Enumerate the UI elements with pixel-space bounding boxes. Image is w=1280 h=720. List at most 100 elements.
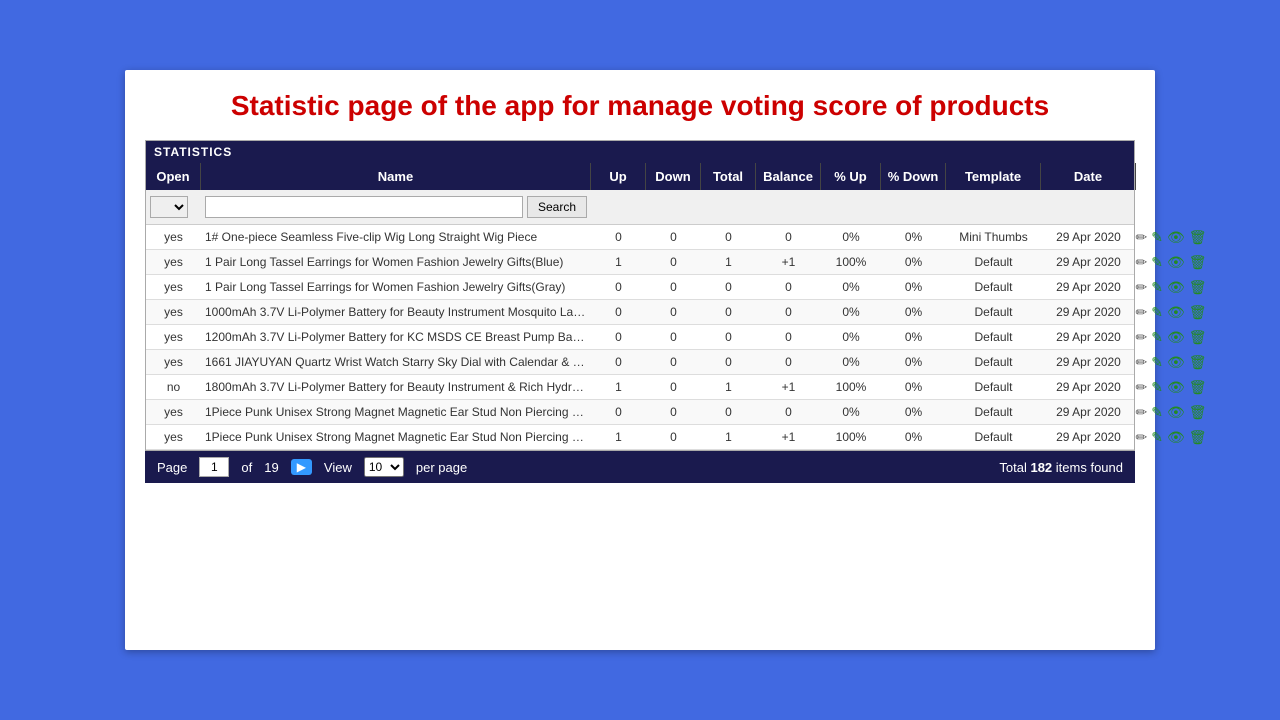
edit2-icon[interactable]: ✎ — [1151, 404, 1163, 421]
edit2-icon[interactable]: ✎ — [1151, 379, 1163, 396]
cell-actions: ✏ ✎ 👁 🗑 — [1136, 327, 1206, 348]
delete-icon[interactable]: 🗑 — [1189, 254, 1207, 271]
cell-total: 0 — [701, 300, 756, 324]
edit-icon[interactable]: ✏ — [1135, 329, 1147, 346]
cell-total: 1 — [701, 425, 756, 449]
cell-open: yes — [146, 275, 201, 299]
view-icon[interactable]: 👁 — [1167, 379, 1185, 396]
cell-up: 0 — [591, 400, 646, 424]
edit2-icon[interactable]: ✎ — [1151, 304, 1163, 321]
edit-icon[interactable]: ✏ — [1135, 229, 1147, 246]
cell-down: 0 — [646, 350, 701, 374]
cell-template: Default — [946, 275, 1041, 299]
cell-total: 0 — [701, 350, 756, 374]
total-pages: 19 — [264, 460, 278, 475]
cell-pct-down: 0% — [881, 425, 946, 449]
view-icon[interactable]: 👁 — [1167, 429, 1185, 446]
edit2-icon[interactable]: ✎ — [1151, 279, 1163, 296]
edit-icon[interactable]: ✏ — [1135, 404, 1147, 421]
cell-actions: ✏ ✎ 👁 🗑 — [1136, 402, 1206, 423]
view-icon[interactable]: 👁 — [1167, 254, 1185, 271]
cell-open: no — [146, 375, 201, 399]
cell-up: 1 — [591, 375, 646, 399]
edit-icon[interactable]: ✏ — [1135, 254, 1147, 271]
cell-name: 1# One-piece Seamless Five-clip Wig Long… — [201, 225, 591, 249]
delete-icon[interactable]: 🗑 — [1189, 354, 1207, 371]
cell-balance: +1 — [756, 375, 821, 399]
edit-icon[interactable]: ✏ — [1135, 429, 1147, 446]
col-template: Template — [946, 163, 1041, 190]
cell-pct-down: 0% — [881, 250, 946, 274]
view-icon[interactable]: 👁 — [1167, 404, 1185, 421]
edit2-icon[interactable]: ✎ — [1151, 354, 1163, 371]
edit-icon[interactable]: ✏ — [1135, 379, 1147, 396]
delete-icon[interactable]: 🗑 — [1189, 404, 1207, 421]
cell-down: 0 — [646, 300, 701, 324]
view-icon[interactable]: 👁 — [1167, 304, 1185, 321]
delete-icon[interactable]: 🗑 — [1189, 379, 1207, 396]
table-row: yes 1200mAh 3.7V Li-Polymer Battery for … — [146, 325, 1134, 350]
search-row: yes no Search — [146, 190, 1134, 225]
col-up: Up — [591, 163, 646, 190]
open-filter-select[interactable]: yes no — [150, 196, 188, 218]
cell-up: 0 — [591, 325, 646, 349]
cell-up: 1 — [591, 425, 646, 449]
edit2-icon[interactable]: ✎ — [1151, 254, 1163, 271]
search-button[interactable]: Search — [527, 196, 587, 218]
search-input-cell: Search — [201, 194, 591, 220]
cell-template: Mini Thumbs — [946, 225, 1041, 249]
cell-open: yes — [146, 300, 201, 324]
table-row: yes 1661 JIAYUYAN Quartz Wrist Watch Sta… — [146, 350, 1134, 375]
view-icon[interactable]: 👁 — [1167, 329, 1185, 346]
cell-open: yes — [146, 225, 201, 249]
cell-pct-up: 100% — [821, 375, 881, 399]
search-input[interactable] — [205, 196, 523, 218]
cell-date: 29 Apr 2020 — [1041, 325, 1136, 349]
delete-icon[interactable]: 🗑 — [1189, 329, 1207, 346]
cell-pct-up: 0% — [821, 350, 881, 374]
view-icon[interactable]: 👁 — [1167, 229, 1185, 246]
cell-down: 0 — [646, 225, 701, 249]
edit2-icon[interactable]: ✎ — [1151, 429, 1163, 446]
page-label: Page — [157, 460, 187, 475]
edit-icon[interactable]: ✏ — [1135, 304, 1147, 321]
cell-balance: +1 — [756, 250, 821, 274]
edit2-icon[interactable]: ✎ — [1151, 329, 1163, 346]
cell-date: 29 Apr 2020 — [1041, 275, 1136, 299]
cell-date: 29 Apr 2020 — [1041, 400, 1136, 424]
cell-down: 0 — [646, 325, 701, 349]
cell-actions: ✏ ✎ 👁 🗑 — [1136, 377, 1206, 398]
page-input[interactable] — [199, 457, 229, 477]
total-info: Total 182 items found — [999, 460, 1123, 475]
cell-pct-down: 0% — [881, 375, 946, 399]
edit-icon[interactable]: ✏ — [1135, 354, 1147, 371]
delete-icon[interactable]: 🗑 — [1189, 304, 1207, 321]
delete-icon[interactable]: 🗑 — [1189, 229, 1207, 246]
footer-bar: Page of 19 ▶ View 10 25 50 per page Tota… — [145, 451, 1135, 483]
delete-icon[interactable]: 🗑 — [1189, 429, 1207, 446]
cell-up: 0 — [591, 275, 646, 299]
cell-pct-down: 0% — [881, 325, 946, 349]
cell-up: 0 — [591, 225, 646, 249]
cell-pct-down: 0% — [881, 350, 946, 374]
next-page-button[interactable]: ▶ — [291, 459, 312, 475]
cell-down: 0 — [646, 400, 701, 424]
table-row: yes 1 Pair Long Tassel Earrings for Wome… — [146, 275, 1134, 300]
cell-open: yes — [146, 425, 201, 449]
cell-name: 1000mAh 3.7V Li-Polymer Battery for Beau… — [201, 300, 591, 324]
per-page-select[interactable]: 10 25 50 — [364, 457, 404, 477]
delete-icon[interactable]: 🗑 — [1189, 279, 1207, 296]
cell-open: yes — [146, 325, 201, 349]
table-row: yes 1000mAh 3.7V Li-Polymer Battery for … — [146, 300, 1134, 325]
cell-total: 0 — [701, 325, 756, 349]
edit-icon[interactable]: ✏ — [1135, 279, 1147, 296]
edit2-icon[interactable]: ✎ — [1151, 229, 1163, 246]
col-down: Down — [646, 163, 701, 190]
table-row: yes 1Piece Punk Unisex Strong Magnet Mag… — [146, 425, 1134, 450]
view-icon[interactable]: 👁 — [1167, 279, 1185, 296]
table-header: Open Name Up Down Total Balance % Up % D… — [146, 163, 1134, 190]
cell-name: 1 Pair Long Tassel Earrings for Women Fa… — [201, 275, 591, 299]
cell-template: Default — [946, 300, 1041, 324]
cell-down: 0 — [646, 425, 701, 449]
view-icon[interactable]: 👁 — [1167, 354, 1185, 371]
